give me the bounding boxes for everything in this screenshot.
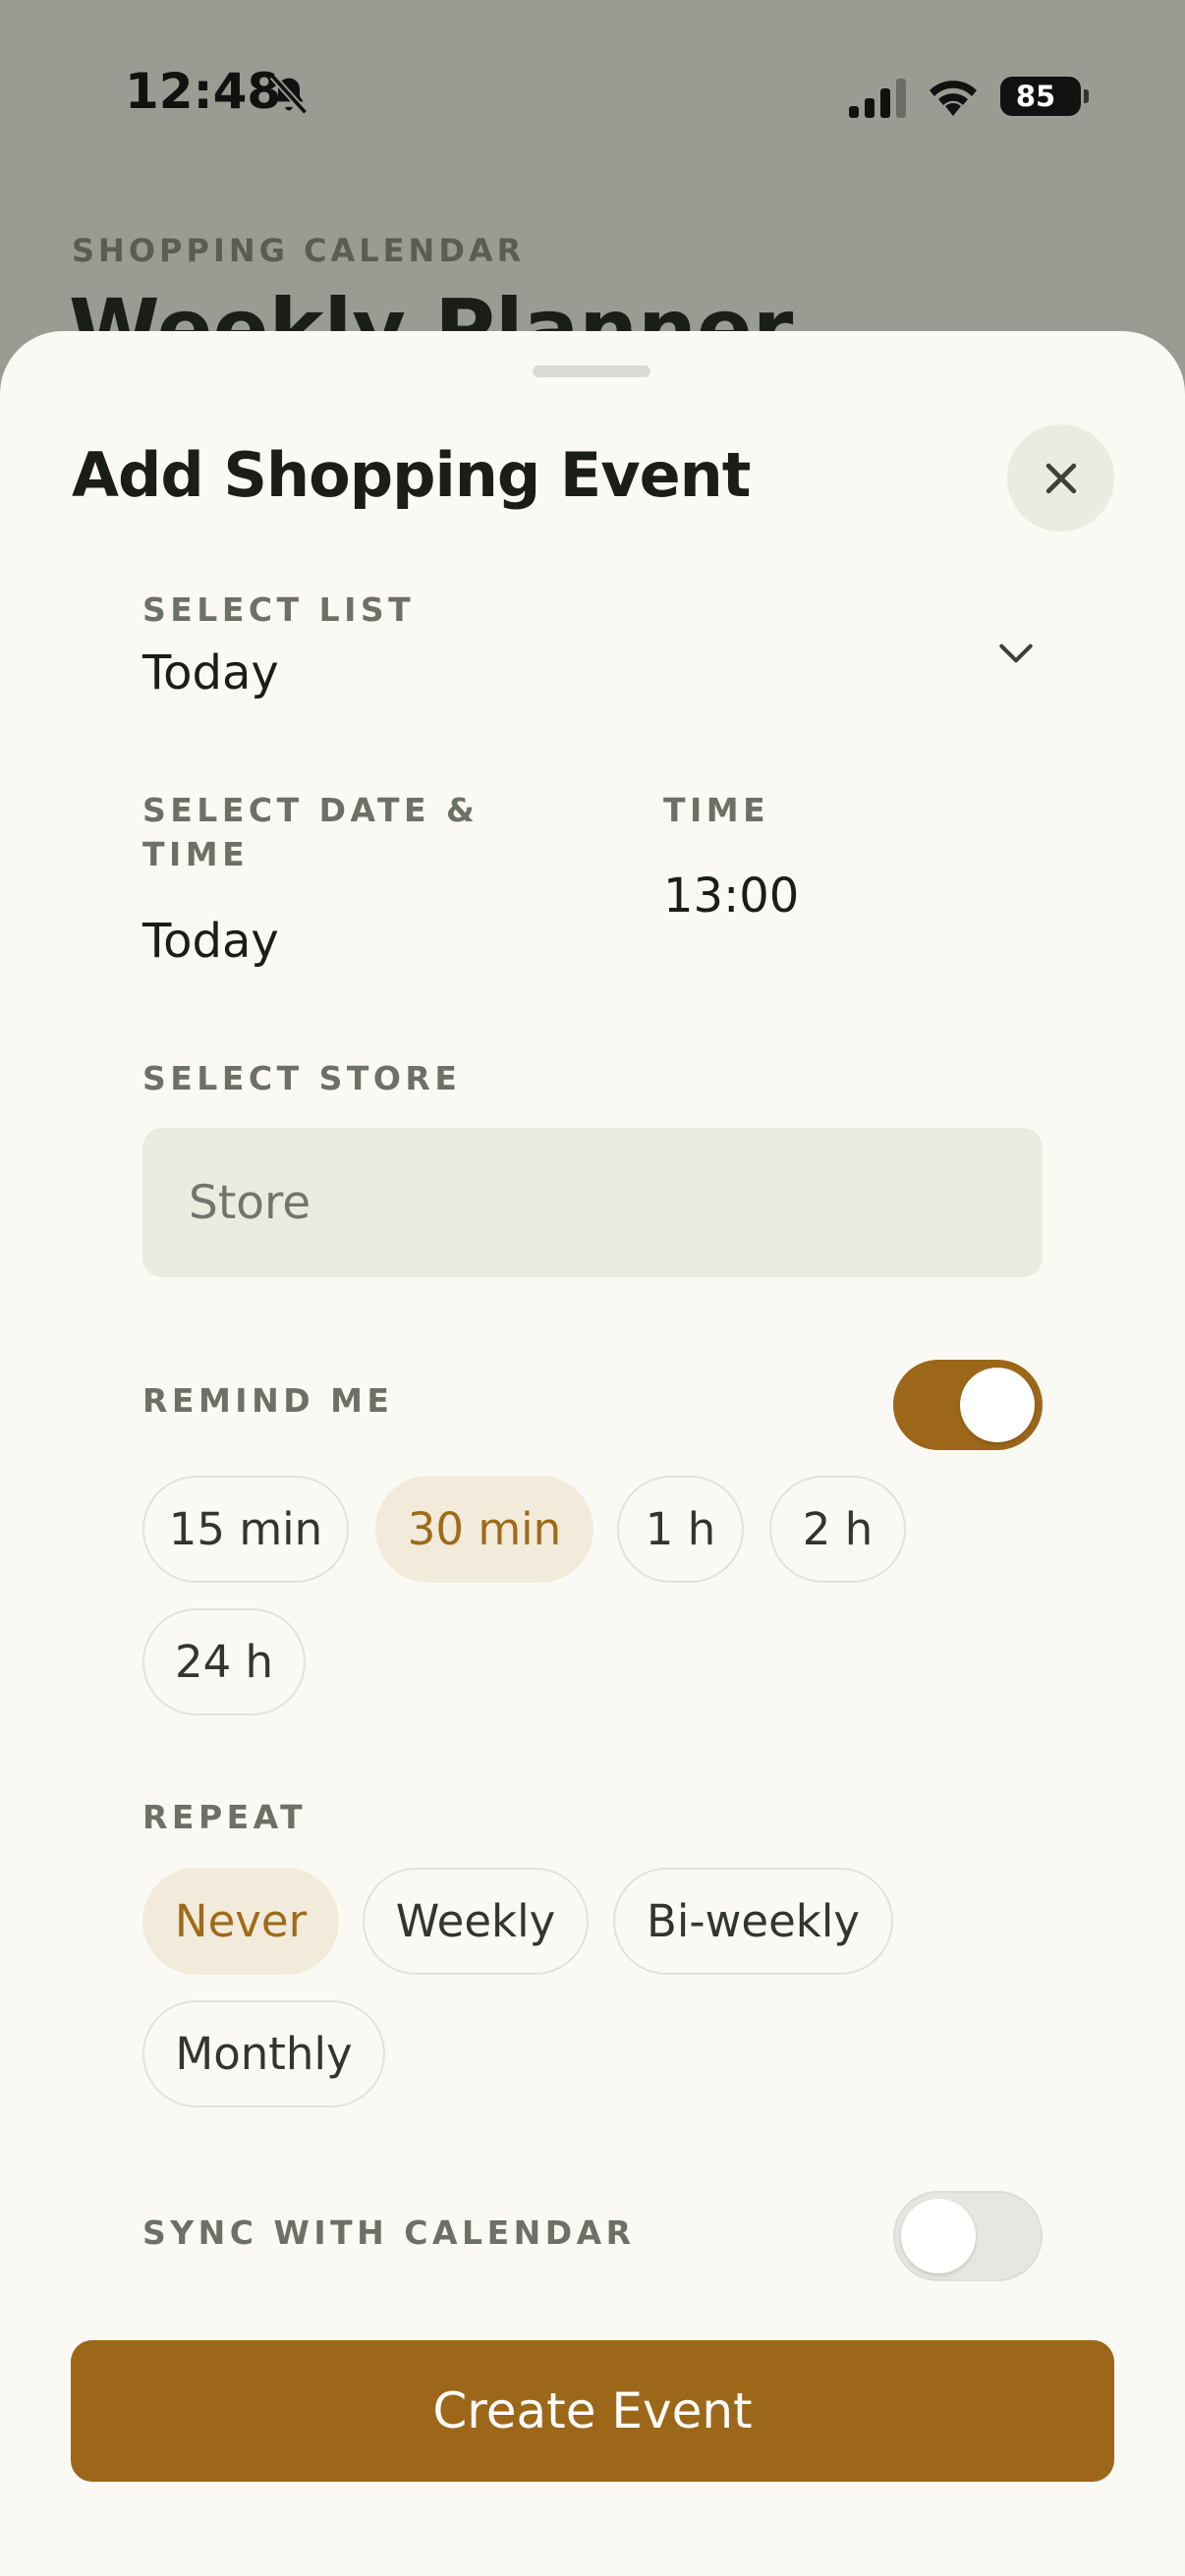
remind-chip-15min[interactable]: 15 min [142,1476,349,1583]
status-time: 12:48 [125,63,282,120]
background-eyebrow: SHOPPING CALENDAR [72,232,526,269]
repeat-chip-monthly[interactable]: Monthly [142,2000,385,2107]
select-list-label: SELECT LIST [142,590,416,629]
select-list-value[interactable]: Today [142,645,279,700]
create-event-button[interactable]: Create Event [71,2340,1114,2482]
toggle-knob [960,1368,1035,1442]
repeat-chip-weekly[interactable]: Weekly [363,1868,589,1975]
wifi-icon [930,81,977,116]
sync-calendar-toggle[interactable] [893,2191,1043,2281]
time-value[interactable]: 13:00 [663,868,799,924]
date-value[interactable]: Today [142,914,279,969]
select-date-label-line2: TIME [142,835,250,873]
time-label: TIME [663,791,770,829]
repeat-chip-biweekly[interactable]: Bi-weekly [613,1868,893,1975]
signal-icon [849,79,906,118]
toggle-knob [901,2199,976,2273]
select-date-label: SELECT DATE & [142,791,480,829]
chevron-down-icon[interactable] [994,632,1038,675]
battery-icon: 85 [1000,77,1089,116]
remind-me-label: REMIND ME [142,1381,394,1420]
sheet-grabber[interactable] [533,365,650,377]
bell-slash-icon [269,74,309,115]
select-store-label: SELECT STORE [142,1059,462,1097]
add-event-sheet: Add Shopping Event SELECT LIST Today SEL… [0,331,1185,2576]
status-bar: 12:48 85 [0,0,1185,196]
remind-chip-2h[interactable]: 2 h [769,1476,906,1583]
close-icon [1045,463,1076,493]
store-input[interactable] [142,1128,1043,1277]
sync-calendar-label: SYNC WITH CALENDAR [142,2213,636,2252]
remind-me-toggle[interactable] [893,1360,1043,1450]
close-button[interactable] [1007,424,1114,532]
repeat-label: REPEAT [142,1798,308,1836]
remind-chip-30min[interactable]: 30 min [375,1476,593,1583]
remind-chip-24h[interactable]: 24 h [142,1608,306,1715]
repeat-chip-never[interactable]: Never [142,1868,339,1975]
remind-chip-1h[interactable]: 1 h [617,1476,744,1583]
sheet-title: Add Shopping Event [72,439,751,511]
